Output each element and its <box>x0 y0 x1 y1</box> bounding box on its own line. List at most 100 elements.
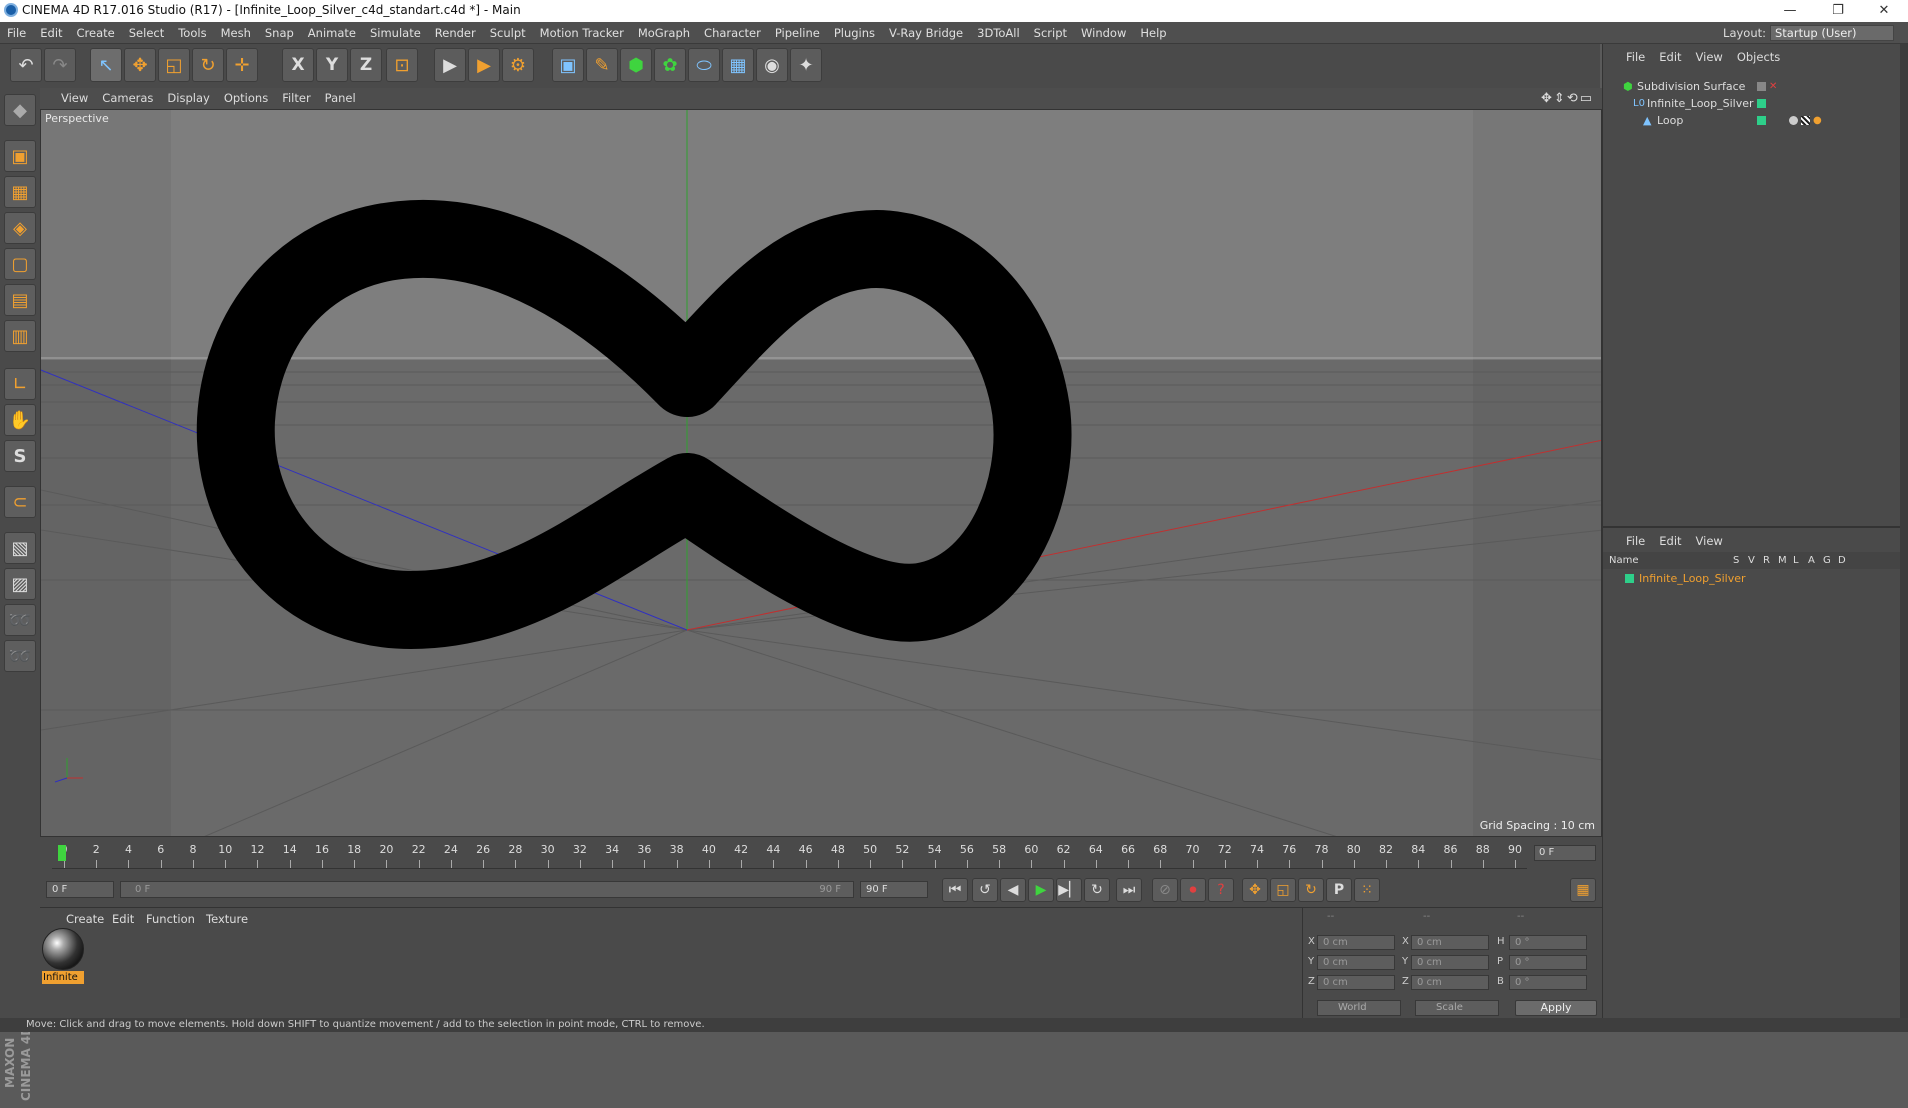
render-view-button[interactable]: ▶ <box>434 48 466 82</box>
menu-sculpt[interactable]: Sculpt <box>483 22 533 44</box>
menu-motion-tracker[interactable]: Motion Tracker <box>533 22 631 44</box>
visibility-toggle-icon[interactable] <box>1757 82 1766 91</box>
material-menu-create[interactable]: Create <box>66 912 104 926</box>
size-mode-dropdown[interactable]: Scale <box>1415 1000 1499 1016</box>
texture-tag-icon[interactable] <box>1801 116 1810 125</box>
array-button[interactable]: ✿ <box>654 48 686 82</box>
material-menu-texture[interactable]: Texture <box>206 912 248 926</box>
material-menu-function[interactable]: Function <box>146 912 195 926</box>
object-row-infinite-loop-silver[interactable]: L0 Infinite_Loop_Silver <box>1603 95 1900 112</box>
menu-create[interactable]: Create <box>70 22 122 44</box>
coordinate-mode-dropdown[interactable]: World <box>1317 1000 1401 1016</box>
menu-render[interactable]: Render <box>428 22 483 44</box>
layer-color-icon[interactable] <box>1625 574 1634 583</box>
material-tag-icon[interactable] <box>1789 116 1798 125</box>
cube-object-button[interactable]: ▣ <box>552 48 584 82</box>
workplane-lock-icon[interactable]: ▧ <box>4 532 36 564</box>
previous-frame-button[interactable]: ◀ <box>1000 878 1026 902</box>
rotate-tool-button[interactable]: ↻ <box>192 48 224 82</box>
undo-button[interactable]: ↶ <box>10 48 42 82</box>
current-frame-field[interactable]: 0 F <box>1534 845 1596 861</box>
viewport-menu-filter[interactable]: Filter <box>275 88 317 109</box>
viewport-navigation-icons[interactable]: ✥⇕⟲▭ <box>1541 91 1594 106</box>
tweak-mode-icon[interactable]: ✋ <box>4 404 36 436</box>
go-to-end-button[interactable]: ⏭ <box>1116 878 1142 902</box>
transform-tool-button[interactable]: ✛ <box>226 48 258 82</box>
menu-character[interactable]: Character <box>697 22 768 44</box>
rotation-key-button[interactable]: ↻ <box>1298 878 1324 902</box>
object-name[interactable]: Infinite_Loop_Silver <box>1647 95 1754 112</box>
menu-plugins[interactable]: Plugins <box>827 22 882 44</box>
record-keys-button[interactable]: ⊘ <box>1152 878 1178 902</box>
3d-viewport[interactable]: Perspective Grid Spacing : 10 cm <box>40 109 1602 837</box>
disable-icon[interactable]: ✕ <box>1769 78 1777 95</box>
points-mode-icon[interactable]: ▢ <box>4 248 36 280</box>
menu-file[interactable]: File <box>0 22 33 44</box>
deformer-button[interactable]: ⬭ <box>688 48 720 82</box>
solo-mode-icon[interactable]: S <box>4 440 36 472</box>
menu-simulate[interactable]: Simulate <box>363 22 428 44</box>
make-editable-icon[interactable]: ◆ <box>4 94 36 126</box>
menu-help[interactable]: Help <box>1133 22 1173 44</box>
material-menu-edit[interactable]: Edit <box>112 912 134 926</box>
redo-button[interactable]: ↷ <box>44 48 76 82</box>
rotation-p-field[interactable]: 0 ° <box>1509 955 1587 970</box>
scale-key-button[interactable]: ◱ <box>1270 878 1296 902</box>
material-preview-ball[interactable] <box>42 928 84 970</box>
minimize-button[interactable]: — <box>1768 0 1812 22</box>
next-key-button[interactable]: ↻ <box>1084 878 1110 902</box>
restore-button[interactable]: ❐ <box>1816 0 1860 22</box>
edges-mode-icon[interactable]: ▤ <box>4 284 36 316</box>
start-frame-field[interactable]: 0 F <box>46 881 114 898</box>
objects-menu-view[interactable]: View <box>1689 48 1730 66</box>
menu-3dtoall[interactable]: 3DToAll <box>970 22 1027 44</box>
render-settings-button[interactable]: ⚙ <box>502 48 534 82</box>
select-tool-button[interactable]: ↖ <box>90 48 122 82</box>
apply-button[interactable]: Apply <box>1515 1000 1597 1016</box>
play-button[interactable]: ▶ <box>1028 878 1054 902</box>
layers-menu-file[interactable]: File <box>1619 532 1652 550</box>
close-button[interactable]: ✕ <box>1862 0 1906 22</box>
viewport-menu-cameras[interactable]: Cameras <box>95 88 160 109</box>
light-button[interactable]: ✦ <box>790 48 822 82</box>
render-picture-viewer-button[interactable]: ▶ <box>468 48 500 82</box>
x-axis-lock-button[interactable]: X <box>282 48 314 82</box>
python-script-icon[interactable]: ➿ <box>4 604 36 636</box>
size-z-field[interactable]: 0 cm <box>1411 975 1489 990</box>
pen-spline-button[interactable]: ✎ <box>586 48 618 82</box>
viewport-menu-options[interactable]: Options <box>217 88 275 109</box>
layer-row[interactable]: Infinite_Loop_Silver <box>1603 570 1900 587</box>
polygons-mode-icon[interactable]: ▥ <box>4 320 36 352</box>
object-name[interactable]: Loop <box>1657 112 1683 129</box>
object-row-loop[interactable]: ▲ Loop ● <box>1603 112 1900 129</box>
floor-button[interactable]: ▦ <box>722 48 754 82</box>
timeline-window-button[interactable]: ▦ <box>1570 878 1596 902</box>
previous-key-button[interactable]: ↺ <box>972 878 998 902</box>
workplane-snap-icon[interactable]: ▨ <box>4 568 36 600</box>
autokey-button[interactable]: ⏺ <box>1180 878 1206 902</box>
viewport-menu-panel[interactable]: Panel <box>318 88 363 109</box>
objects-menu-edit[interactable]: Edit <box>1652 48 1688 66</box>
layer-color-icon[interactable] <box>1757 116 1766 125</box>
go-to-start-button[interactable]: ⏮ <box>942 878 968 902</box>
menu-script[interactable]: Script <box>1027 22 1074 44</box>
menu-window[interactable]: Window <box>1074 22 1133 44</box>
position-key-button[interactable]: ✥ <box>1242 878 1268 902</box>
menu-select[interactable]: Select <box>122 22 171 44</box>
point-level-key-button[interactable]: ⁙ <box>1354 878 1380 902</box>
size-y-field[interactable]: 0 cm <box>1411 955 1489 970</box>
objects-menu-objects[interactable]: Objects <box>1730 48 1787 66</box>
menu-snap[interactable]: Snap <box>258 22 301 44</box>
workplane-mode-icon[interactable]: ◈ <box>4 212 36 244</box>
timeline-ruler[interactable]: 0246810121416182022242628303234363840424… <box>40 837 1602 873</box>
axis-mode-icon[interactable]: ∟ <box>4 368 36 400</box>
frame-range-slider[interactable]: 0 F 90 F <box>120 881 854 898</box>
menu-edit[interactable]: Edit <box>33 22 69 44</box>
parameter-key-button[interactable]: P <box>1326 878 1352 902</box>
move-tool-button[interactable]: ✥ <box>124 48 156 82</box>
frame-ruler[interactable]: 0246810121416182022242628303234363840424… <box>52 841 1527 869</box>
snap-icon[interactable]: ⊂ <box>4 486 36 518</box>
model-mode-icon[interactable]: ▣ <box>4 140 36 172</box>
phong-tag-icon[interactable]: ● <box>1813 112 1822 129</box>
position-x-field[interactable]: 0 cm <box>1317 935 1395 950</box>
